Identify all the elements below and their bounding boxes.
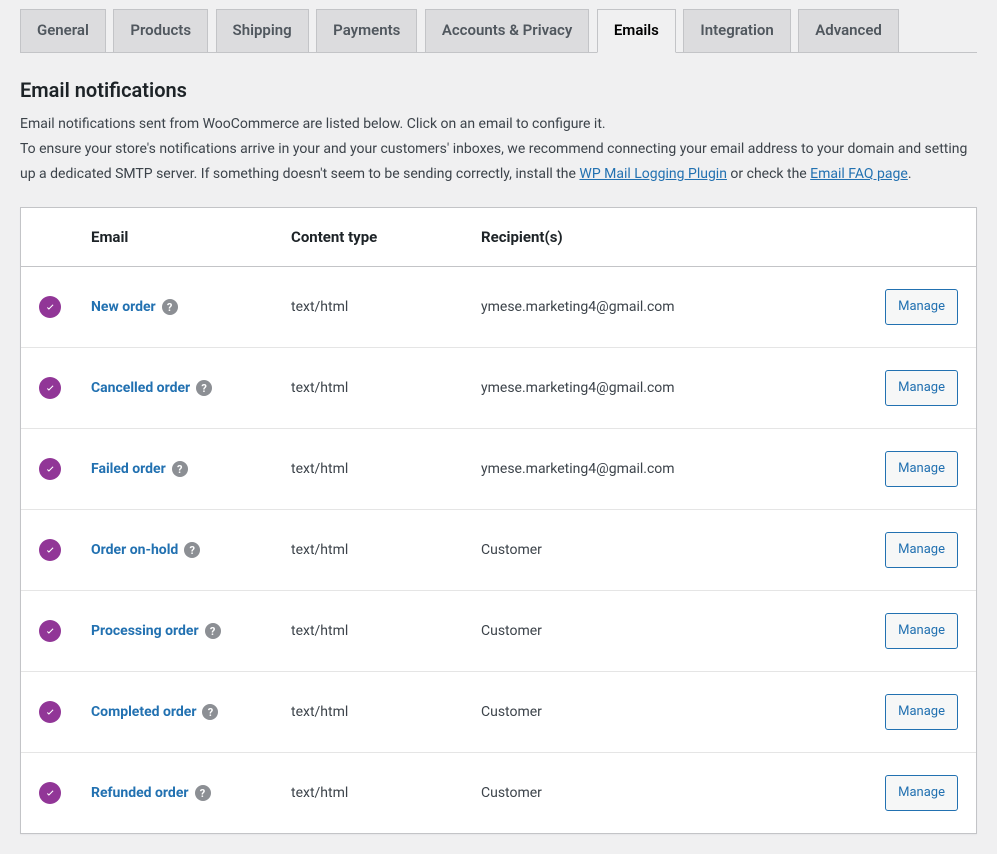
status-cell xyxy=(21,510,81,591)
recipients-cell: Customer xyxy=(471,510,875,591)
tab-accounts-privacy[interactable]: Accounts & Privacy xyxy=(425,9,590,52)
table-row: Failed order?text/htmlymese.marketing4@g… xyxy=(21,429,976,510)
actions-cell: Manage xyxy=(875,348,976,429)
header-actions xyxy=(875,208,976,267)
status-enabled-icon xyxy=(39,701,61,723)
email-name-link[interactable]: Order on-hold xyxy=(91,542,178,558)
status-enabled-icon xyxy=(39,782,61,804)
help-tip-icon[interactable]: ? xyxy=(205,623,221,639)
actions-cell: Manage xyxy=(875,672,976,753)
email-name-link[interactable]: Failed order xyxy=(91,461,166,477)
table-header-row: Email Content type Recipient(s) xyxy=(21,208,976,267)
section-title: Email notifications xyxy=(20,78,977,102)
help-tip-icon[interactable]: ? xyxy=(202,704,218,720)
table-row: Processing order?text/htmlCustomerManage xyxy=(21,591,976,672)
content-type-cell: text/html xyxy=(281,753,471,833)
email-name-link[interactable]: Cancelled order xyxy=(91,380,190,396)
email-name-link[interactable]: Processing order xyxy=(91,623,199,639)
status-cell xyxy=(21,672,81,753)
status-cell xyxy=(21,267,81,348)
tab-integration[interactable]: Integration xyxy=(683,9,790,52)
name-cell: Refunded order? xyxy=(81,753,281,833)
name-cell: Completed order? xyxy=(81,672,281,753)
manage-button[interactable]: Manage xyxy=(885,613,958,649)
tab-general[interactable]: General xyxy=(20,9,106,52)
manage-button[interactable]: Manage xyxy=(885,289,958,325)
recipients-cell: ymese.marketing4@gmail.com xyxy=(471,267,875,348)
table-row: Refunded order?text/htmlCustomerManage xyxy=(21,753,976,833)
tab-payments[interactable]: Payments xyxy=(316,9,417,52)
header-email: Email xyxy=(81,208,281,267)
email-name-link[interactable]: New order xyxy=(91,299,156,315)
content-type-cell: text/html xyxy=(281,591,471,672)
content-type-cell: text/html xyxy=(281,510,471,591)
status-enabled-icon xyxy=(39,377,61,399)
settings-tabs: GeneralProductsShippingPaymentsAccounts … xyxy=(20,0,977,53)
table-row: Cancelled order?text/htmlymese.marketing… xyxy=(21,348,976,429)
content-type-cell: text/html xyxy=(281,672,471,753)
help-tip-icon[interactable]: ? xyxy=(172,461,188,477)
manage-button[interactable]: Manage xyxy=(885,532,958,568)
email-settings-table: Email Content type Recipient(s) New orde… xyxy=(20,207,977,834)
table-row: Order on-hold?text/htmlCustomerManage xyxy=(21,510,976,591)
recipients-cell: ymese.marketing4@gmail.com xyxy=(471,348,875,429)
recipients-cell: Customer xyxy=(471,591,875,672)
name-cell: Order on-hold? xyxy=(81,510,281,591)
name-cell: Cancelled order? xyxy=(81,348,281,429)
tab-products[interactable]: Products xyxy=(113,9,208,52)
recipients-cell: Customer xyxy=(471,672,875,753)
email-name-link[interactable]: Completed order xyxy=(91,704,196,720)
tab-advanced[interactable]: Advanced xyxy=(798,9,899,52)
manage-button[interactable]: Manage xyxy=(885,451,958,487)
actions-cell: Manage xyxy=(875,267,976,348)
header-recipients: Recipient(s) xyxy=(471,208,875,267)
actions-cell: Manage xyxy=(875,591,976,672)
table-row: New order?text/htmlymese.marketing4@gmai… xyxy=(21,267,976,348)
actions-cell: Manage xyxy=(875,510,976,591)
header-status xyxy=(21,208,81,267)
recipients-cell: Customer xyxy=(471,753,875,833)
email-name-link[interactable]: Refunded order xyxy=(91,785,189,801)
header-content-type: Content type xyxy=(281,208,471,267)
status-cell xyxy=(21,348,81,429)
help-tip-icon[interactable]: ? xyxy=(196,380,212,396)
recipients-cell: ymese.marketing4@gmail.com xyxy=(471,429,875,510)
name-cell: Failed order? xyxy=(81,429,281,510)
content-type-cell: text/html xyxy=(281,348,471,429)
description-text-post: . xyxy=(908,166,912,182)
manage-button[interactable]: Manage xyxy=(885,694,958,730)
actions-cell: Manage xyxy=(875,429,976,510)
name-cell: New order? xyxy=(81,267,281,348)
status-enabled-icon xyxy=(39,296,61,318)
description-text-mid: or check the xyxy=(730,166,810,182)
status-cell xyxy=(21,591,81,672)
name-cell: Processing order? xyxy=(81,591,281,672)
actions-cell: Manage xyxy=(875,753,976,833)
email-faq-link[interactable]: Email FAQ page xyxy=(810,166,908,182)
help-tip-icon[interactable]: ? xyxy=(195,785,211,801)
status-enabled-icon xyxy=(39,620,61,642)
content-type-cell: text/html xyxy=(281,267,471,348)
tab-shipping[interactable]: Shipping xyxy=(216,9,309,52)
content-type-cell: text/html xyxy=(281,429,471,510)
section-description: Email notifications sent from WooCommerc… xyxy=(20,112,977,188)
status-cell xyxy=(21,753,81,833)
status-enabled-icon xyxy=(39,539,61,561)
manage-button[interactable]: Manage xyxy=(885,370,958,406)
help-tip-icon[interactable]: ? xyxy=(162,299,178,315)
tab-emails[interactable]: Emails xyxy=(597,9,676,53)
wp-mail-logging-link[interactable]: WP Mail Logging Plugin xyxy=(579,166,727,182)
status-cell xyxy=(21,429,81,510)
manage-button[interactable]: Manage xyxy=(885,775,958,811)
status-enabled-icon xyxy=(39,458,61,480)
table-row: Completed order?text/htmlCustomerManage xyxy=(21,672,976,753)
help-tip-icon[interactable]: ? xyxy=(184,542,200,558)
